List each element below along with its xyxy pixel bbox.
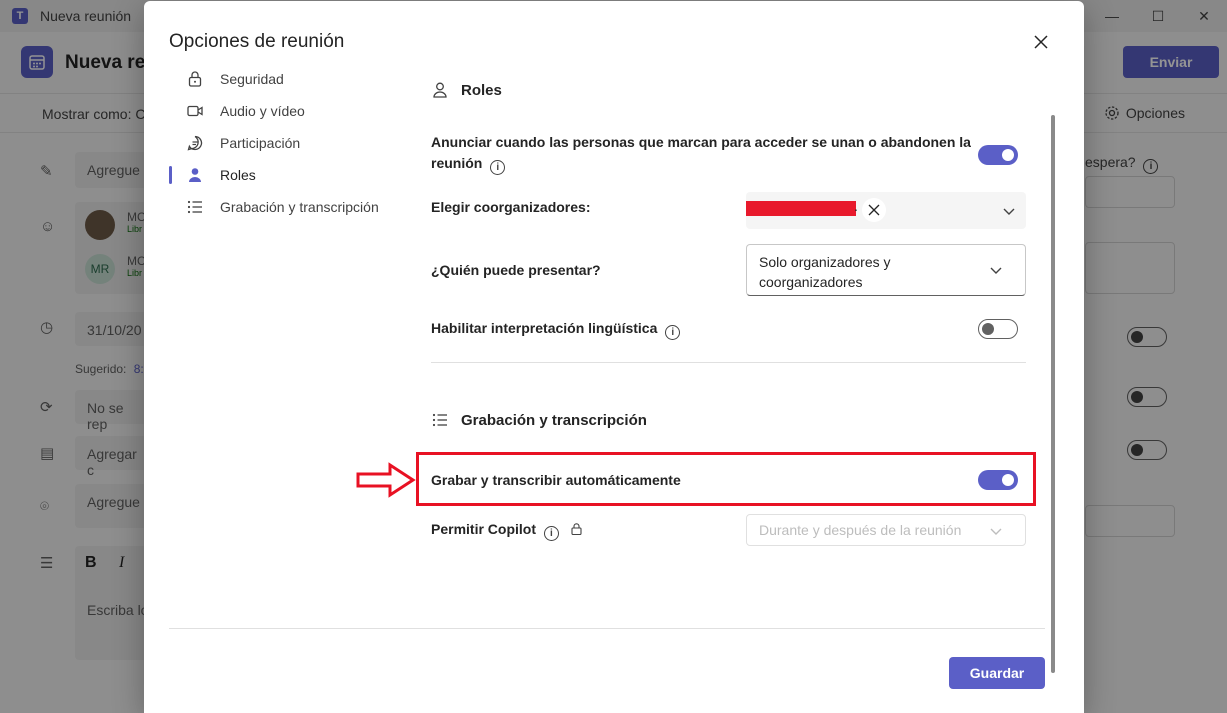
copilot-dropdown[interactable]: Durante y después de la reunión: [746, 514, 1026, 546]
nav-label: Participación: [220, 135, 301, 151]
coorganizers-label: Elegir coorganizadores:: [431, 199, 591, 215]
chevron-down-icon: [1003, 208, 1015, 215]
presenter-dropdown[interactable]: Solo organizadores y coorganizadores: [746, 244, 1026, 296]
copilot-value: Durante y después de la reunión: [759, 522, 962, 538]
recording-heading-text: Grabación y transcripción: [461, 411, 647, 429]
lock-icon: [571, 523, 582, 536]
chip-suffix: .: [854, 198, 858, 214]
video-icon: [187, 105, 203, 117]
remove-coorganizer-button[interactable]: [862, 198, 886, 222]
dialog-title: Opciones de reunión: [169, 31, 345, 52]
list-icon: [432, 413, 447, 427]
nav-label: Audio y vídeo: [220, 103, 305, 119]
presenter-value: Solo organizadores y coorganizadores: [759, 254, 891, 290]
info-icon[interactable]: i: [665, 325, 681, 340]
close-icon: [1034, 35, 1048, 49]
list-icon: [187, 200, 202, 214]
chevron-down-icon: [990, 267, 1002, 274]
interpretation-label: Habilitar interpretación lingüística: [431, 320, 658, 336]
meeting-options-dialog: Opciones de reunión Seguridad Audio y ví…: [144, 1, 1084, 713]
announce-toggle[interactable]: [978, 145, 1018, 165]
roles-heading-text: Roles: [461, 81, 502, 99]
info-icon[interactable]: i: [490, 160, 506, 175]
active-indicator: [169, 166, 172, 184]
options-content: Roles Anunciar cuando las personas que m…: [416, 61, 1046, 631]
announce-label: Anunciar cuando las personas que marcan …: [431, 134, 971, 171]
highlight-box: [416, 452, 1036, 506]
coorganizers-picker[interactable]: .: [746, 192, 1026, 229]
options-nav: Seguridad Audio y vídeo Participación Ro…: [169, 63, 399, 223]
dialog-close-button[interactable]: [1030, 31, 1052, 53]
nav-item-roles[interactable]: Roles: [169, 159, 399, 191]
announce-setting: Anunciar cuando las personas que marcan …: [431, 132, 971, 175]
nav-item-security[interactable]: Seguridad: [169, 63, 399, 95]
nav-label: Grabación y transcripción: [220, 199, 379, 215]
save-button[interactable]: Guardar: [949, 657, 1045, 689]
nav-item-audio-video[interactable]: Audio y vídeo: [169, 95, 399, 127]
info-icon[interactable]: i: [543, 526, 559, 541]
copilot-setting: Permitir Copilot i: [431, 519, 582, 541]
section-divider: [431, 362, 1026, 363]
redacted-name: [746, 201, 856, 216]
person-outline-icon: [433, 82, 447, 98]
chevron-down-icon: [990, 528, 1002, 535]
nav-item-participation[interactable]: Participación: [169, 127, 399, 159]
close-icon: [868, 204, 880, 216]
presenter-label: ¿Quién puede presentar?: [431, 262, 601, 278]
annotation-arrow-icon: [356, 462, 416, 498]
roles-heading: Roles: [431, 81, 502, 99]
copilot-label: Permitir Copilot: [431, 521, 537, 537]
nav-item-recording[interactable]: Grabación y transcripción: [169, 191, 399, 223]
recording-heading: Grabación y transcripción: [431, 411, 647, 429]
interpretation-setting: Habilitar interpretación lingüística i: [431, 318, 681, 340]
nav-label: Seguridad: [220, 71, 284, 87]
content-scrollbar[interactable]: [1051, 115, 1055, 673]
lock-icon: [188, 71, 202, 87]
interpretation-toggle[interactable]: [978, 319, 1018, 339]
person-icon: [189, 168, 201, 182]
chat-icon: [187, 135, 203, 151]
nav-label: Roles: [220, 167, 256, 183]
footer-divider: [169, 628, 1045, 629]
